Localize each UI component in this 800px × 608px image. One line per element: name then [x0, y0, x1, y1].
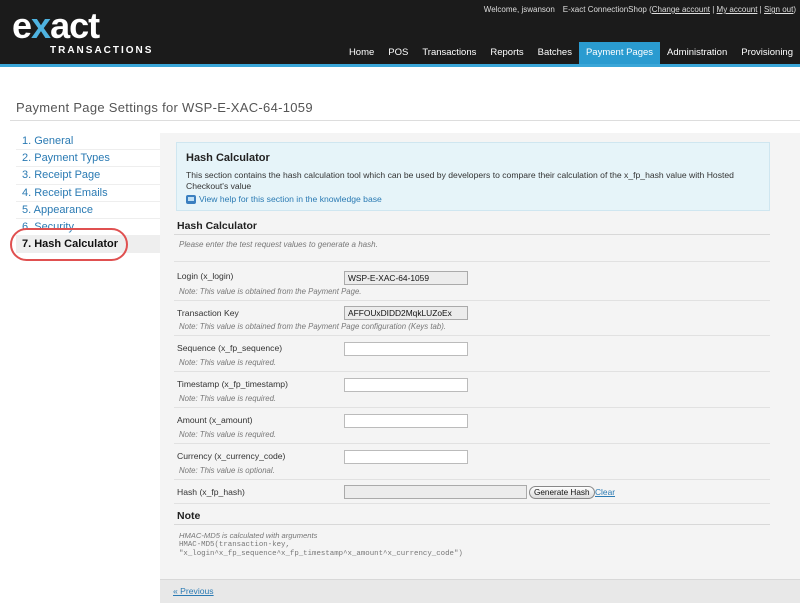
timestamp-note: Note: This value is required. [179, 394, 277, 403]
note-line-1: HMAC-MD5 is calculated with arguments [179, 531, 318, 540]
change-account-link[interactable]: Change account [652, 5, 710, 14]
timestamp-input[interactable] [344, 378, 468, 392]
generate-hash-button[interactable]: Generate Hash [529, 486, 595, 499]
main-nav: Home POS Transactions Reports Batches Pa… [342, 42, 800, 64]
note-line-2: HMAC-MD5(transaction-key, [179, 541, 290, 549]
paren-close: ) [793, 5, 796, 14]
sidebar-item-receipt-page[interactable]: 3. Receipt Page [16, 167, 160, 185]
hash-output-field [344, 485, 527, 499]
sign-out-link[interactable]: Sign out [764, 5, 793, 14]
logo-tagline: TRANSACTIONS [50, 45, 154, 56]
note-title: Note [177, 510, 201, 522]
sidebar-item-appearance[interactable]: 5. Appearance [16, 202, 160, 219]
currency-label: Currency (x_currency_code) [177, 451, 286, 461]
row-divider [174, 407, 770, 408]
login-field: WSP-E-XAC-64-1059 [344, 271, 468, 285]
help-link-label[interactable]: View help for this section in the knowle… [199, 194, 382, 204]
my-account-link[interactable]: My account [717, 5, 758, 14]
amount-input[interactable] [344, 414, 468, 428]
title-divider [10, 120, 800, 121]
sequence-label: Sequence (x_fp_sequence) [177, 343, 283, 353]
shop-name: E-xact ConnectionShop ( [562, 5, 652, 14]
nav-transactions[interactable]: Transactions [415, 42, 483, 64]
currency-input[interactable] [344, 450, 468, 464]
footer-bar: « Previous [160, 579, 800, 603]
currency-note: Note: This value is optional. [179, 466, 275, 475]
intro-text: Please enter the test request values to … [179, 240, 378, 249]
clear-link[interactable]: Clear [595, 487, 615, 497]
app-header: exact TRANSACTIONS Welcome, jswanson E-xa… [0, 0, 800, 64]
info-title: Hash Calculator [186, 152, 270, 164]
row-divider [174, 335, 770, 336]
nav-provisioning[interactable]: Provisioning [734, 42, 800, 64]
row-divider [174, 479, 770, 480]
welcome-text: Welcome, jswanson [483, 5, 555, 14]
sidebar-item-payment-types[interactable]: 2. Payment Types [16, 150, 160, 168]
help-link[interactable]: View help for this section in the knowle… [186, 194, 760, 204]
login-label: Login (x_login) [177, 271, 234, 281]
hash-label: Hash (x_fp_hash) [177, 487, 245, 497]
main-panel: Hash Calculator This section contains th… [160, 133, 800, 603]
login-note: Note: This value is obtained from the Pa… [179, 287, 362, 296]
nav-payment-pages[interactable]: Payment Pages [578, 42, 661, 64]
section-title: Hash Calculator [177, 220, 257, 232]
row-divider [174, 300, 770, 301]
row-divider [174, 371, 770, 372]
amount-label: Amount (x_amount) [177, 415, 253, 425]
section-divider [174, 234, 770, 235]
info-text: This section contains the hash calculati… [186, 170, 734, 191]
note-divider [174, 524, 770, 525]
row-divider [174, 503, 770, 504]
transaction-key-field: AFFOUxDIDD2MqkLUZoEx [344, 306, 468, 320]
timestamp-label: Timestamp (x_fp_timestamp) [177, 379, 288, 389]
logo-wordmark: exact [12, 5, 100, 46]
highlight-annotation [10, 228, 128, 261]
info-box: Hash Calculator This section contains th… [176, 142, 770, 211]
transaction-key-note: Note: This value is obtained from the Pa… [179, 322, 446, 331]
nav-pos[interactable]: POS [381, 42, 415, 64]
nav-batches[interactable]: Batches [531, 42, 579, 64]
sidebar-item-general[interactable]: 1. General [16, 133, 160, 151]
nav-reports[interactable]: Reports [483, 42, 530, 64]
page-title: Payment Page Settings for WSP-E-XAC-64-1… [16, 100, 313, 115]
sequence-input[interactable] [344, 342, 468, 356]
note-line-3: "x_login^x_fp_sequence^x_fp_timestamp^x_… [179, 550, 463, 558]
amount-note: Note: This value is required. [179, 430, 277, 439]
nav-administration[interactable]: Administration [660, 42, 734, 64]
header-accent-line [0, 64, 800, 67]
sidebar-item-receipt-emails[interactable]: 4. Receipt Emails [16, 185, 160, 202]
transaction-key-label: Transaction Key [177, 308, 239, 318]
previous-link[interactable]: « Previous [173, 586, 214, 596]
account-bar: Welcome, jswanson E-xact ConnectionShop (… [484, 5, 796, 14]
row-divider [174, 443, 770, 444]
exact-logo[interactable]: exact TRANSACTIONS [12, 5, 154, 57]
row-divider [174, 261, 770, 262]
sequence-note: Note: This value is required. [179, 358, 277, 367]
help-book-icon [186, 194, 196, 204]
nav-home[interactable]: Home [342, 42, 381, 64]
